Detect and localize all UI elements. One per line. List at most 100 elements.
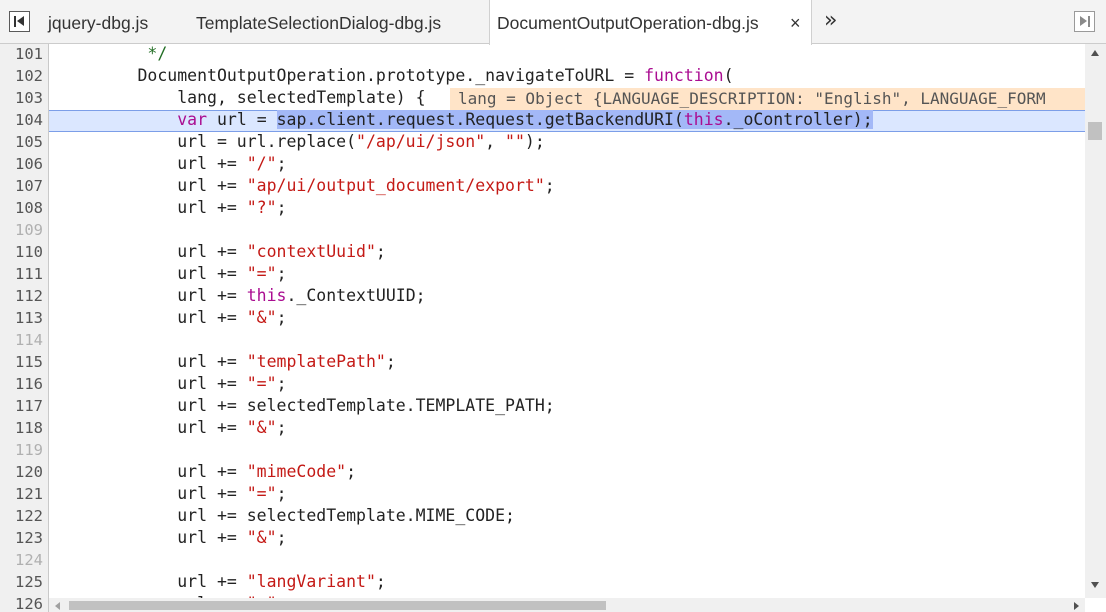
tab-label: jquery-dbg.js: [48, 13, 149, 33]
code-token: ;: [276, 418, 287, 437]
line-number[interactable]: 125: [0, 571, 43, 593]
code-line: url += "templatePath";: [58, 351, 396, 373]
tab-document-output-operation[interactable]: DocumentOutputOperation-dbg.js ×: [489, 0, 812, 45]
code-token: url += selectedTemplate.MIME_CODE;: [58, 506, 515, 525]
horizontal-scroll-thumb[interactable]: [69, 601, 606, 610]
vertical-scroll-thumb[interactable]: [1088, 122, 1102, 140]
line-number[interactable]: 120: [0, 461, 43, 483]
code-token: ._oController);: [723, 110, 873, 129]
code-token: ;: [346, 462, 357, 481]
code-token: "=": [246, 374, 277, 393]
code-token: ;: [276, 308, 287, 327]
line-number[interactable]: 112: [0, 285, 43, 307]
line-number[interactable]: 102: [0, 65, 43, 87]
line-number-gutter[interactable]: 101 102 103 104 105 106 107 108 109 110 111 112 113 1…: [0, 44, 49, 612]
line-number[interactable]: 101: [0, 44, 43, 65]
code-token: "": [505, 132, 525, 151]
code-line: url += "=";: [58, 373, 286, 395]
code-token: "?": [246, 198, 277, 217]
more-tabs-icon[interactable]: »: [824, 0, 837, 42]
code-line: url += this._ContextUUID;: [58, 285, 426, 307]
code-token: ;: [544, 176, 555, 195]
code-token: "=": [246, 484, 277, 503]
code-token: "templatePath": [246, 352, 386, 371]
code-token: url +=: [58, 572, 247, 591]
code-token: url +=: [58, 264, 247, 283]
line-number[interactable]: 123: [0, 527, 43, 549]
code-token: url +=: [58, 352, 247, 371]
code-token: */: [58, 44, 168, 63]
code-token: "mimeCode": [246, 462, 347, 481]
code-token: url +=: [58, 484, 247, 503]
code-line: url += "langVariant";: [58, 571, 386, 593]
line-number[interactable]: 110: [0, 241, 43, 263]
code-token: ;: [276, 198, 287, 217]
code-token: url +=: [58, 528, 247, 547]
code-line: url += selectedTemplate.TEMPLATE_PATH;: [58, 395, 555, 417]
code-token: url = url.replace(: [58, 132, 357, 151]
line-number[interactable]: 103: [0, 87, 43, 109]
line-number[interactable]: 116: [0, 373, 43, 395]
tab-template-selection-dialog[interactable]: TemplateSelectionDialog-dbg.js: [186, 0, 441, 44]
code-token: url +=: [58, 242, 247, 261]
code-token: "&": [246, 308, 277, 327]
line-number[interactable]: 104: [0, 109, 43, 131]
code-token: "&": [246, 528, 277, 547]
code-token: url += selectedTemplate.TEMPLATE_PATH;: [58, 396, 555, 415]
code-token: url +=: [58, 154, 247, 173]
line-number[interactable]: 113: [0, 307, 43, 329]
scroll-up-arrow-icon[interactable]: [1091, 50, 1099, 56]
code-token: "langVariant": [246, 572, 376, 591]
line-number[interactable]: 118: [0, 417, 43, 439]
debugger-toggle-icon[interactable]: [1074, 11, 1095, 32]
code-token: ._ContextUUID;: [286, 286, 426, 305]
code-line: url += "mimeCode";: [58, 461, 356, 483]
code-line: url += "&";: [58, 417, 287, 439]
scroll-left-arrow-icon[interactable]: [55, 602, 60, 610]
code-token: url +=: [58, 286, 247, 305]
tab-bar: jquery-dbg.js TemplateSelectionDialog-db…: [0, 0, 1106, 45]
line-number[interactable]: 126: [0, 593, 43, 612]
code-token: url +=: [58, 198, 247, 217]
code-line: DocumentOutputOperation.prototype._navig…: [58, 65, 734, 87]
line-number[interactable]: 121: [0, 483, 43, 505]
navigator-toggle-icon[interactable]: [9, 11, 30, 32]
code-line: url += "/";: [58, 153, 286, 175]
line-number[interactable]: 122: [0, 505, 43, 527]
line-number[interactable]: 124: [0, 549, 43, 571]
code-token: url +=: [58, 176, 247, 195]
line-number[interactable]: 119: [0, 439, 43, 461]
scroll-right-arrow-icon[interactable]: [1074, 602, 1079, 610]
code-token: url +=: [58, 418, 247, 437]
tab-jquery-dbg[interactable]: jquery-dbg.js: [40, 0, 148, 44]
code-token: ;: [276, 264, 287, 283]
code-token: url +=: [58, 374, 247, 393]
line-number[interactable]: 117: [0, 395, 43, 417]
code-token: ;: [375, 242, 386, 261]
line-number[interactable]: 115: [0, 351, 43, 373]
code-token: url +=: [58, 308, 247, 327]
horizontal-scrollbar[interactable]: [49, 598, 1085, 612]
code-line: url += selectedTemplate.MIME_CODE;: [58, 505, 515, 527]
vertical-scrollbar[interactable]: [1085, 44, 1106, 598]
code-token: this: [246, 286, 287, 305]
code-editor[interactable]: 101 102 103 104 105 106 107 108 109 110 111 112 113 1…: [0, 44, 1106, 612]
line-number[interactable]: 111: [0, 263, 43, 285]
line-number[interactable]: 106: [0, 153, 43, 175]
code-token: url +=: [58, 462, 247, 481]
code-line: url += "&";: [58, 307, 287, 329]
code-line: url += "contextUuid";: [58, 241, 386, 263]
line-number[interactable]: 105: [0, 131, 43, 153]
scroll-down-arrow-icon[interactable]: [1091, 582, 1099, 588]
code-token: function: [644, 66, 724, 85]
line-number[interactable]: 114: [0, 329, 43, 351]
code-line: url += "?";: [58, 197, 287, 219]
code-token: (: [723, 66, 734, 85]
line-number[interactable]: 108: [0, 197, 43, 219]
line-number[interactable]: 107: [0, 175, 43, 197]
line-number[interactable]: 109: [0, 219, 43, 241]
code-token: ;: [276, 484, 287, 503]
close-icon[interactable]: ×: [790, 0, 801, 46]
inline-variable-value[interactable]: lang = Object {LANGUAGE_DESCRIPTION: "En…: [450, 88, 1090, 110]
